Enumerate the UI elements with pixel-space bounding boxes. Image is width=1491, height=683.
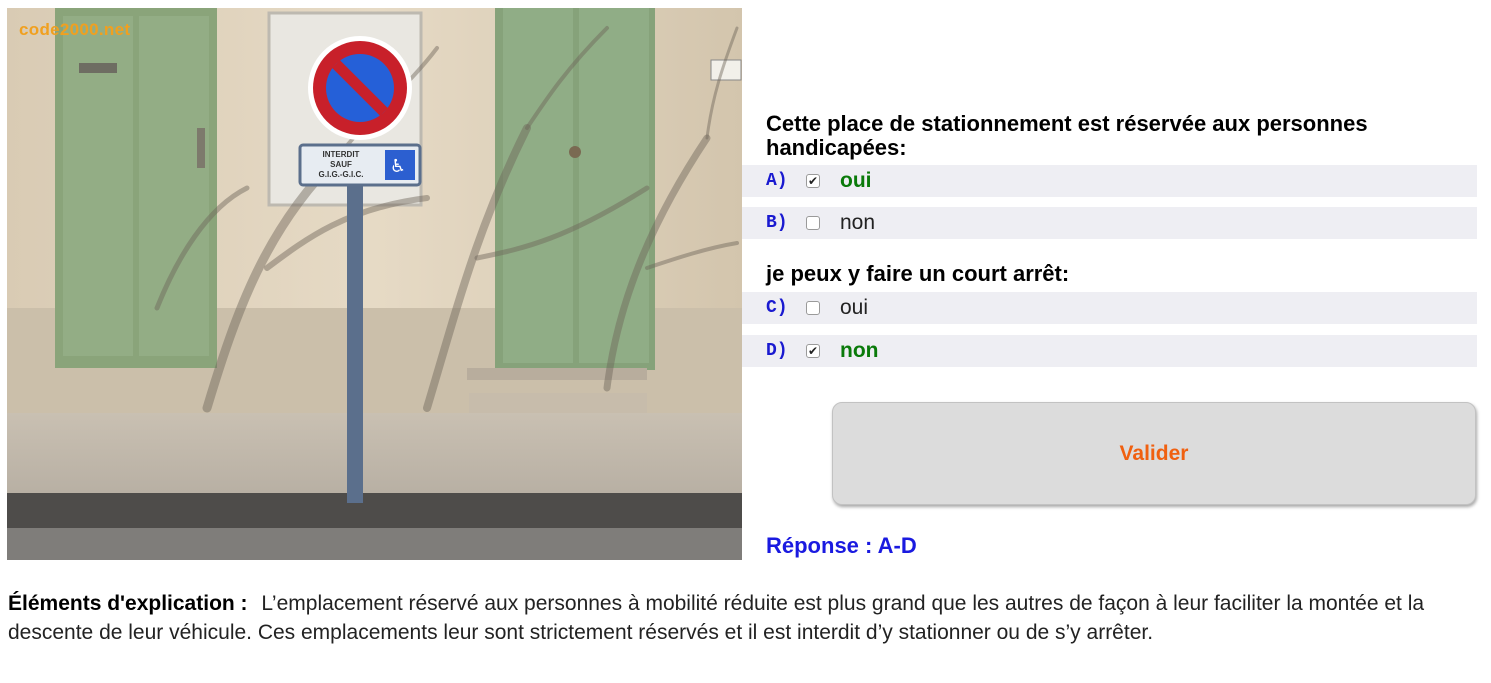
option-c-row[interactable]: C) oui: [742, 292, 1477, 324]
option-b-letter: B): [766, 213, 788, 233]
option-b-checkbox[interactable]: [806, 216, 820, 230]
question1-title: Cette place de stationnement est réservé…: [766, 111, 1368, 160]
watermark: code2000.net: [19, 20, 131, 39]
sign-text-line1: INTERDIT: [323, 150, 360, 159]
option-d-row[interactable]: D) ✔ non: [742, 335, 1477, 367]
svg-text:♿: ♿: [390, 156, 406, 177]
option-c-letter: C): [766, 298, 788, 318]
question-photo: ♿ INTERDIT SAUF G.I.G.-G.I.C. code2000.n…: [7, 8, 742, 560]
option-c-label: oui: [840, 296, 869, 319]
option-c-checkbox[interactable]: [806, 301, 820, 315]
option-b-row[interactable]: B) non: [742, 207, 1477, 239]
option-d-checkbox[interactable]: ✔: [806, 344, 820, 358]
sign-text-line3: G.I.G.-G.I.C.: [319, 170, 364, 179]
street-scene-illustration: ♿ INTERDIT SAUF G.I.G.-G.I.C.: [7, 8, 742, 560]
option-a-row[interactable]: A) ✔ oui: [742, 165, 1477, 197]
explanation-label: Éléments d'explication :: [8, 592, 248, 615]
option-a-letter: A): [766, 171, 788, 191]
option-a-label: oui: [840, 169, 872, 192]
option-a-checkbox[interactable]: ✔: [806, 174, 820, 188]
explanation-block: Éléments d'explication : L’emplacement r…: [8, 589, 1478, 647]
sign-text-line2: SAUF: [330, 160, 352, 169]
valider-button[interactable]: Valider: [832, 402, 1476, 505]
question2-title: je peux y faire un court arrêt:: [766, 261, 1070, 286]
option-b-label: non: [840, 211, 876, 234]
option-d-label: non: [840, 339, 879, 362]
option-d-letter: D): [766, 341, 788, 361]
answer-text: Réponse : A-D: [766, 533, 917, 558]
